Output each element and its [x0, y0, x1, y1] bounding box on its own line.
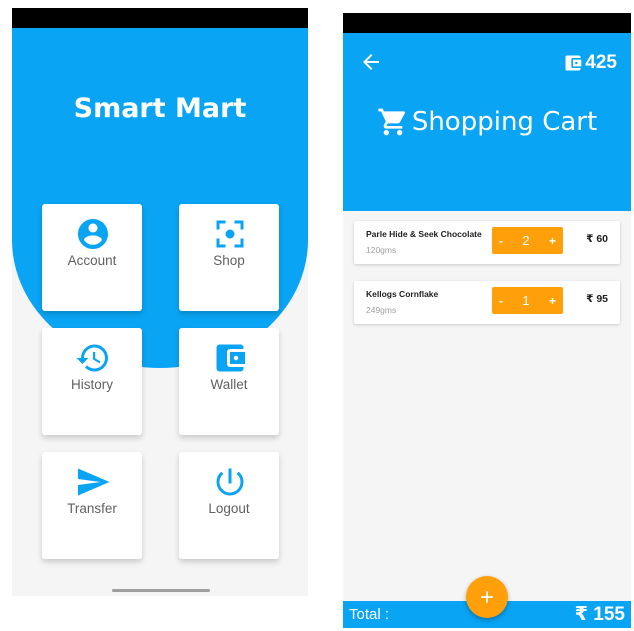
cart-title: Shopping Cart: [343, 106, 631, 138]
home-hero-banner: [12, 28, 308, 368]
tile-label-account: Account: [67, 253, 117, 268]
cart-item: Kellogs Cornflake 249gms - 1 + ₹ 95: [354, 281, 620, 324]
add-item-button[interactable]: [466, 576, 508, 618]
cart-screen: 425 Shopping Cart Parle Hide & Seek Choc…: [343, 13, 631, 628]
account-circle-icon: [78, 219, 108, 249]
tile-label-history: History: [70, 377, 113, 392]
power-icon: [216, 468, 244, 496]
cart-header: 425 Shopping Cart: [343, 33, 631, 211]
status-bar: [343, 13, 631, 33]
cart-icon: [378, 108, 405, 136]
cart-item: Parle Hide & Seek Chocolate 120gms - 2 +…: [354, 221, 620, 264]
quantity-value: 1: [522, 293, 530, 308]
logout-tile[interactable]: Logout: [179, 452, 279, 559]
back-arrow-icon[interactable]: [359, 50, 383, 74]
status-bar: [12, 8, 308, 28]
cart-title-text: Shopping Cart: [411, 107, 598, 137]
tile-label-transfer: Transfer: [67, 501, 117, 516]
scan-icon: [216, 220, 244, 248]
wallet-icon: [565, 55, 582, 71]
decrease-quantity-button[interactable]: -: [499, 234, 503, 248]
item-weight: 249gms: [366, 305, 397, 315]
total-label: Total :: [349, 606, 390, 623]
item-name: Kellogs Cornflake: [366, 289, 439, 299]
history-tile[interactable]: History: [42, 328, 142, 435]
transfer-tile[interactable]: Transfer: [42, 452, 142, 559]
tile-label-logout: Logout: [208, 501, 250, 516]
increase-quantity-button[interactable]: +: [549, 234, 556, 248]
item-price: ₹ 95: [586, 293, 608, 305]
wallet-balance[interactable]: 425: [563, 51, 617, 75]
send-icon: [78, 468, 110, 496]
plus-icon: [481, 591, 493, 603]
item-price: ₹ 60: [586, 233, 608, 245]
quantity-value: 2: [522, 233, 530, 248]
increase-quantity-button[interactable]: +: [549, 294, 556, 308]
wallet-icon: [216, 344, 245, 372]
history-icon: [76, 344, 108, 372]
quantity-stepper: - 1 +: [492, 287, 563, 314]
tile-label-wallet: Wallet: [210, 377, 248, 392]
wallet-balance-value: 425: [585, 52, 617, 73]
account-tile[interactable]: Account: [42, 204, 142, 311]
tile-label-shop: Shop: [213, 253, 245, 268]
home-indicator[interactable]: [112, 589, 210, 592]
quantity-stepper: - 2 +: [492, 227, 563, 254]
wallet-tile[interactable]: Wallet: [179, 328, 279, 435]
app-title: Smart Mart: [73, 93, 247, 124]
item-name: Parle Hide & Seek Chocolate: [366, 229, 482, 239]
shop-tile[interactable]: Shop: [179, 204, 279, 311]
item-weight: 120gms: [366, 245, 397, 255]
total-value: ₹ 155: [574, 604, 625, 625]
decrease-quantity-button[interactable]: -: [499, 294, 503, 308]
home-screen: Smart Mart Account Shop History Wallet T…: [12, 8, 308, 596]
